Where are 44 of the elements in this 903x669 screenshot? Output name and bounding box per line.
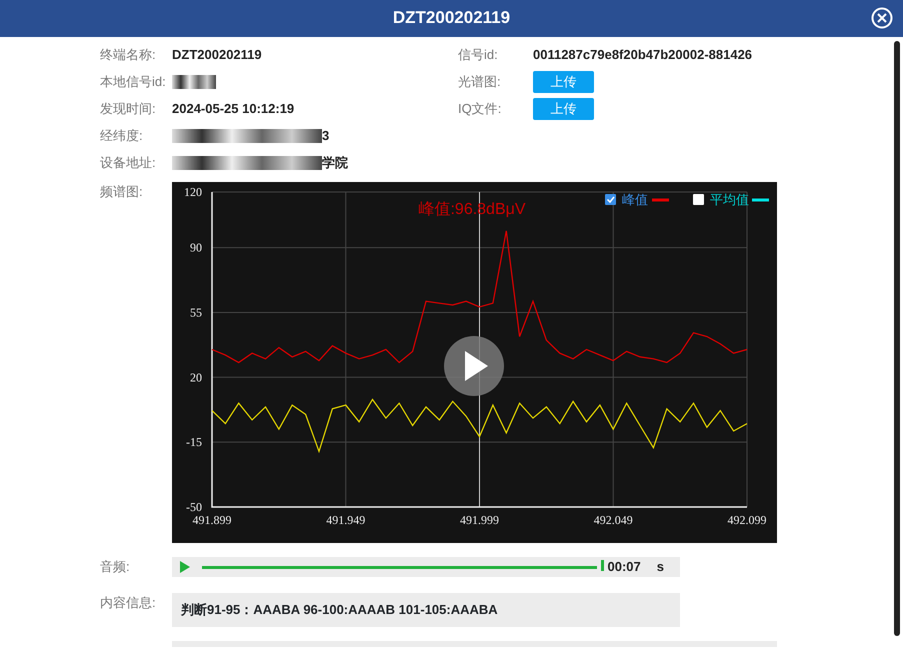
- y-axis-label: 90: [190, 240, 202, 255]
- upload-button[interactable]: 上传: [533, 98, 594, 120]
- y-axis-label: -15: [186, 435, 202, 450]
- y-axis-label: -50: [186, 500, 202, 514]
- time-unit: s: [656, 558, 664, 576]
- audio-end-marker[interactable]: [600, 560, 604, 570]
- y-axis-label: 55: [190, 305, 202, 320]
- field-label: 发现时间:: [100, 100, 156, 118]
- field-label: 频谱图:: [100, 183, 144, 201]
- field-value: 学院: [322, 154, 348, 172]
- field-label: 经纬度:: [100, 126, 143, 145]
- scrollbar[interactable]: [894, 41, 900, 636]
- field-label: 本地信号id:: [100, 72, 166, 91]
- x-axis-label: 492.099: [728, 513, 766, 527]
- audio-progress[interactable]: [202, 566, 597, 568]
- x-axis-label: 491.999: [460, 513, 499, 527]
- field-label: 信号id:: [458, 46, 498, 64]
- close-icon[interactable]: [871, 7, 893, 29]
- field-value: 0011287c79e8f20b47b20002-881426: [533, 46, 752, 64]
- redaction-mark: [172, 74, 216, 88]
- play-icon[interactable]: [180, 561, 190, 573]
- field-label: 内容信息:: [100, 594, 157, 612]
- field-label: 终端名称:: [100, 46, 156, 64]
- legend-label: 平均值: [710, 192, 749, 207]
- y-axis-label: 120: [184, 185, 202, 199]
- field-label: 光谱图:: [458, 72, 501, 91]
- dialog-title: DZT200202119: [392, 8, 510, 29]
- field-value: 2024-05-25 10:12:19: [172, 100, 294, 118]
- x-axis-label: 492.049: [594, 513, 633, 527]
- check-icon: [606, 196, 615, 204]
- field-value: DZT200202119: [172, 46, 262, 64]
- field-label: 设备地址:: [100, 154, 156, 172]
- play-overlay-icon[interactable]: [444, 336, 504, 396]
- content-text: 判断91-95：AAABA 96-100:AAAAB 101-105:AAABA: [181, 601, 498, 620]
- field-value: 3: [322, 126, 330, 145]
- upload-button[interactable]: 上传: [533, 70, 594, 92]
- field-label: 音频:: [100, 558, 131, 576]
- field-label: IQ文件:: [458, 100, 502, 118]
- y-axis-label: 20: [190, 370, 202, 384]
- x-axis-label: 491.949: [326, 513, 366, 527]
- x-axis-label: 491.899: [192, 513, 232, 527]
- audio-time: 00:07: [608, 558, 641, 576]
- legend-label: 峰值: [622, 192, 648, 207]
- legend-checkbox[interactable]: [693, 194, 704, 205]
